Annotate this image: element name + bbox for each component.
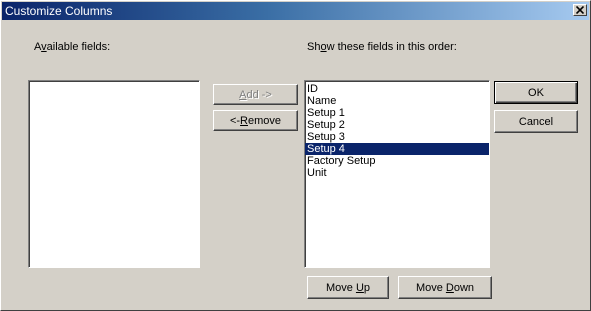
close-x-icon — [576, 6, 584, 14]
list-item[interactable]: Setup 1 — [305, 107, 489, 119]
move-down-button[interactable]: Move Down — [398, 276, 492, 299]
shown-fields-label: Show these fields in this order: — [307, 41, 457, 53]
list-item[interactable]: Setup 3 — [305, 131, 489, 143]
cancel-button[interactable]: Cancel — [494, 110, 578, 133]
list-item[interactable]: Name — [305, 95, 489, 107]
list-item[interactable]: Unit — [305, 167, 489, 179]
remove-button[interactable]: <- Remove — [213, 110, 298, 131]
list-item[interactable]: Factory Setup — [305, 155, 489, 167]
available-fields-list[interactable] — [28, 80, 200, 268]
add-button[interactable]: Add -> — [213, 84, 298, 105]
list-item[interactable]: ID — [305, 83, 489, 95]
title-bar[interactable]: Customize Columns — [2, 2, 589, 20]
list-item-selected[interactable]: Setup 4 — [305, 143, 489, 155]
list-item[interactable]: Setup 2 — [305, 119, 489, 131]
ok-button[interactable]: OK — [494, 81, 578, 104]
available-fields-label: Available fields: — [34, 41, 111, 53]
shown-fields-list[interactable]: ID Name Setup 1 Setup 2 Setup 3 Setup 4 … — [304, 80, 490, 268]
move-up-button[interactable]: Move Up — [307, 276, 389, 299]
close-button[interactable] — [573, 4, 587, 16]
customize-columns-dialog: Customize Columns Available fields: Show… — [0, 0, 591, 311]
window-title: Customize Columns — [5, 4, 113, 18]
